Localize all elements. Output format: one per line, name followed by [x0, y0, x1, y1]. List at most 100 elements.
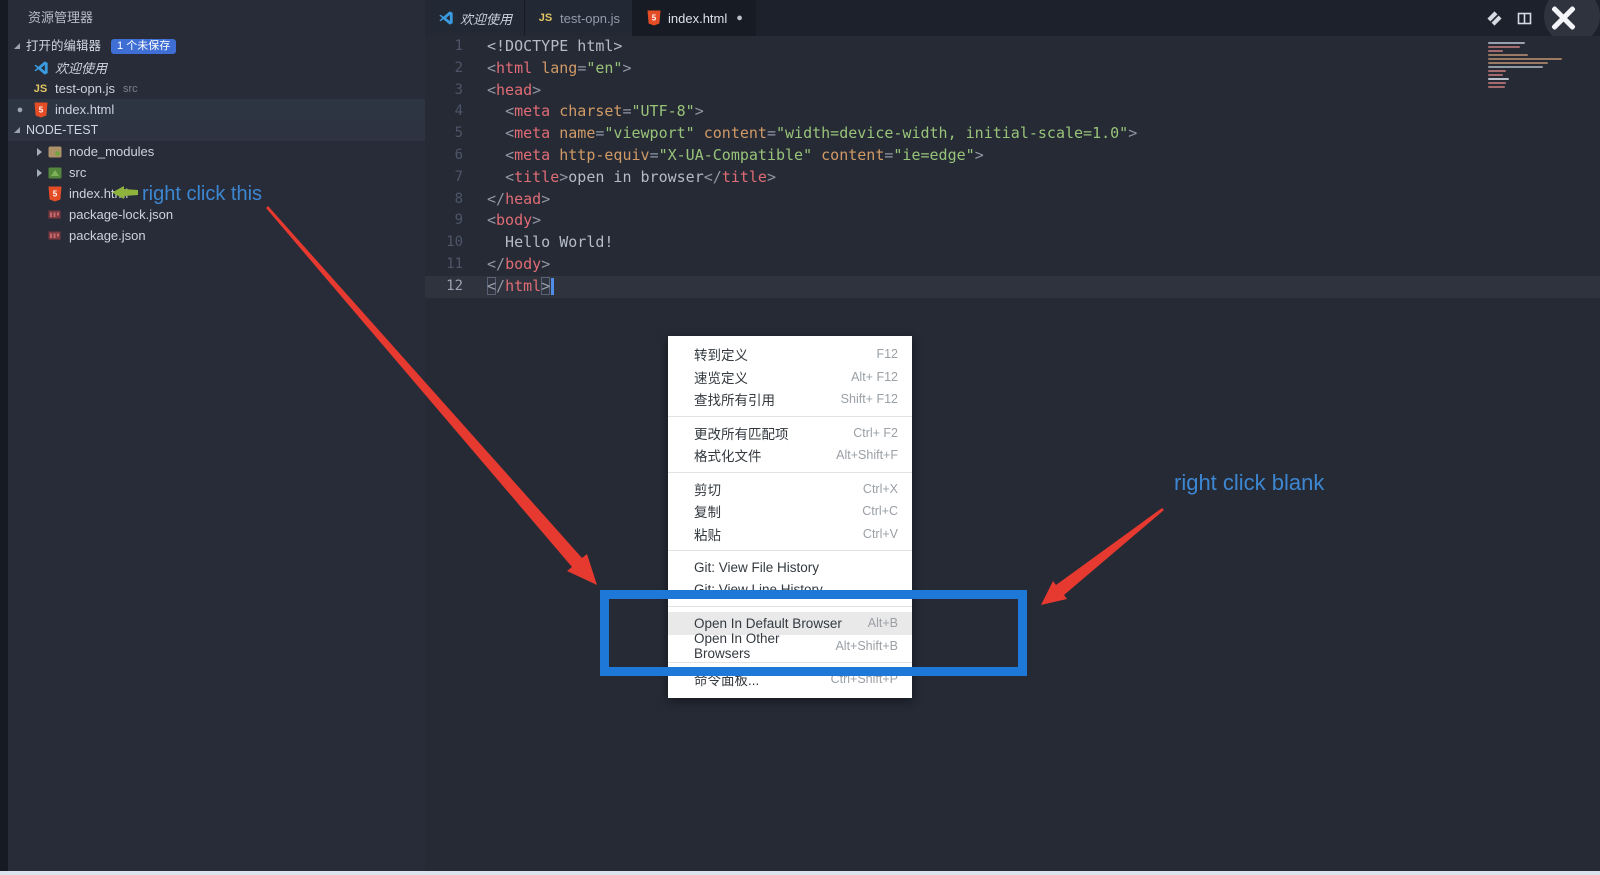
- open-editor-item[interactable]: ●5index.html: [8, 99, 425, 120]
- file-tree-item[interactable]: package.json: [8, 225, 425, 246]
- chevron-collapsed-icon: [37, 148, 42, 156]
- tab-bar: 欢迎使用 JStest-opn.js 5 index.html ●: [425, 0, 1600, 36]
- minimap-line: [1488, 82, 1506, 84]
- code-text: <!DOCTYPE html>: [463, 36, 622, 58]
- open-editors-header[interactable]: 打开的编辑器 1 个未保存: [8, 36, 425, 57]
- line-number: 1: [425, 36, 463, 58]
- tabs-container: 欢迎使用 JStest-opn.js 5 index.html ●: [425, 0, 756, 36]
- code-line[interactable]: 4 <meta charset="UTF-8">: [425, 101, 1600, 123]
- chevron-expanded-icon: [14, 127, 20, 133]
- file-tree-label: node_modules: [69, 144, 154, 159]
- editor-tab[interactable]: JStest-opn.js: [525, 0, 633, 36]
- editor-area: 欢迎使用 JStest-opn.js 5 index.html ● 1<!DOCTYPE…: [425, 0, 1600, 875]
- close-icon[interactable]: [1546, 1, 1580, 35]
- line-number: 8: [425, 189, 463, 211]
- code-line[interactable]: 3<head>: [425, 80, 1600, 102]
- menu-item-label: 更改所有匹配项: [694, 423, 853, 443]
- menu-item-label: 复制: [694, 501, 862, 521]
- menu-item-shortcut: Alt+Shift+F: [836, 448, 898, 462]
- split-editor-icon[interactable]: [1517, 11, 1532, 26]
- code-line[interactable]: 9<body>: [425, 210, 1600, 232]
- menu-separator: [668, 550, 912, 551]
- menu-item[interactable]: 复制Ctrl+C: [668, 500, 912, 523]
- menu-item[interactable]: 更改所有匹配项Ctrl+ F2: [668, 422, 912, 445]
- open-editor-item[interactable]: 欢迎使用: [8, 57, 425, 78]
- file-tree-label: package.json: [69, 228, 146, 243]
- minimap-line: [1488, 42, 1525, 44]
- svg-text:5: 5: [38, 105, 43, 114]
- minimap[interactable]: [1488, 42, 1568, 90]
- code-line[interactable]: 1<!DOCTYPE html>: [425, 36, 1600, 58]
- code-line[interactable]: 8</head>: [425, 189, 1600, 211]
- menu-item-shortcut: Ctrl+V: [863, 527, 898, 541]
- code-text: <meta http-equiv="X-UA-Compatible" conte…: [463, 145, 984, 167]
- code-text: Hello World!: [463, 232, 613, 254]
- tab-label: index.html: [668, 11, 727, 26]
- line-number: 2: [425, 58, 463, 80]
- folder-root-header[interactable]: NODE-TEST: [8, 120, 425, 141]
- minimap-line: [1488, 78, 1509, 80]
- explorer-title: 资源管理器: [8, 0, 425, 36]
- file-tree-item[interactable]: node_modules: [8, 141, 425, 162]
- activity-bar-strip: [0, 0, 8, 875]
- menu-item[interactable]: 速览定义Alt+ F12: [668, 366, 912, 389]
- tab-modified-dot[interactable]: ●: [736, 12, 743, 24]
- unsaved-count-badge: 1 个未保存: [111, 39, 176, 54]
- vscode-window: 资源管理器 打开的编辑器 1 个未保存 欢迎使用JStest-opn.jssrc…: [0, 0, 1600, 875]
- open-editors-list: 欢迎使用JStest-opn.jssrc●5index.html: [8, 57, 425, 120]
- minimap-line: [1488, 46, 1520, 48]
- close-button-wrap: [1546, 0, 1586, 36]
- menu-item-label: 粘贴: [694, 524, 863, 544]
- html-file-icon: 5: [32, 102, 49, 118]
- menu-item[interactable]: 粘贴Ctrl+V: [668, 523, 912, 546]
- open-editor-hint: src: [123, 83, 138, 95]
- file-tree-label: index.html: [69, 186, 128, 201]
- line-number: 7: [425, 167, 463, 189]
- svg-text:5: 5: [651, 14, 656, 23]
- code-editor[interactable]: 1<!DOCTYPE html>2<html lang="en">3<head>…: [425, 36, 1600, 875]
- open-editor-item[interactable]: JStest-opn.jssrc: [8, 78, 425, 99]
- code-line[interactable]: 10 Hello World!: [425, 232, 1600, 254]
- menu-separator: [668, 472, 912, 473]
- editor-tab[interactable]: 5 index.html ●: [633, 0, 756, 36]
- file-tree-item[interactable]: package-lock.json: [8, 204, 425, 225]
- code-line[interactable]: 5 <meta name="viewport" content="width=d…: [425, 123, 1600, 145]
- code-line[interactable]: 7 <title>open in browser</title>: [425, 167, 1600, 189]
- minimap-line: [1488, 54, 1528, 56]
- menu-item-shortcut: F12: [876, 347, 898, 361]
- file-tree-item[interactable]: src: [8, 162, 425, 183]
- menu-item-shortcut: Ctrl+C: [862, 504, 898, 518]
- code-line[interactable]: 6 <meta http-equiv="X-UA-Compatible" con…: [425, 145, 1600, 167]
- node-modules-folder-icon: [46, 144, 63, 160]
- js-file-icon: JS: [537, 10, 554, 26]
- svg-text:5: 5: [52, 189, 57, 198]
- menu-item[interactable]: 查找所有引用Shift+ F12: [668, 388, 912, 411]
- menu-item-label: 查找所有引用: [694, 389, 841, 409]
- code-line[interactable]: 2<html lang="en">: [425, 58, 1600, 80]
- menu-item[interactable]: 剪切Ctrl+X: [668, 478, 912, 501]
- editor-tab[interactable]: 欢迎使用: [425, 0, 525, 36]
- annotation-right-click-blank: right click blank: [1174, 470, 1324, 496]
- bottom-edge-strip: [0, 871, 1600, 875]
- code-text: <head>: [463, 80, 541, 102]
- tab-label: 欢迎使用: [460, 9, 512, 28]
- vscode-logo-icon: [32, 60, 49, 76]
- code-text: <html lang="en">: [463, 58, 632, 80]
- diff-icon[interactable]: [1486, 10, 1503, 27]
- code-text: </body>: [463, 254, 550, 276]
- minimap-line: [1488, 74, 1503, 76]
- vscode-logo-icon: [437, 10, 454, 26]
- highlight-rectangle: [600, 590, 1027, 676]
- menu-item[interactable]: 格式化文件Alt+Shift+F: [668, 444, 912, 467]
- explorer-sidebar: 资源管理器 打开的编辑器 1 个未保存 欢迎使用JStest-opn.jssrc…: [8, 0, 425, 875]
- code-line[interactable]: 12</html>: [425, 276, 1600, 298]
- open-editors-label: 打开的编辑器: [26, 36, 101, 57]
- code-line[interactable]: 11</body>: [425, 254, 1600, 276]
- menu-item[interactable]: 转到定义F12: [668, 343, 912, 366]
- js-file-icon: JS: [32, 81, 49, 97]
- menu-item-shortcut: Alt+ F12: [851, 370, 898, 384]
- minimap-line: [1488, 66, 1543, 68]
- menu-item[interactable]: Git: View File History: [668, 556, 912, 579]
- menu-item-label: 速览定义: [694, 367, 851, 387]
- line-number: 10: [425, 232, 463, 254]
